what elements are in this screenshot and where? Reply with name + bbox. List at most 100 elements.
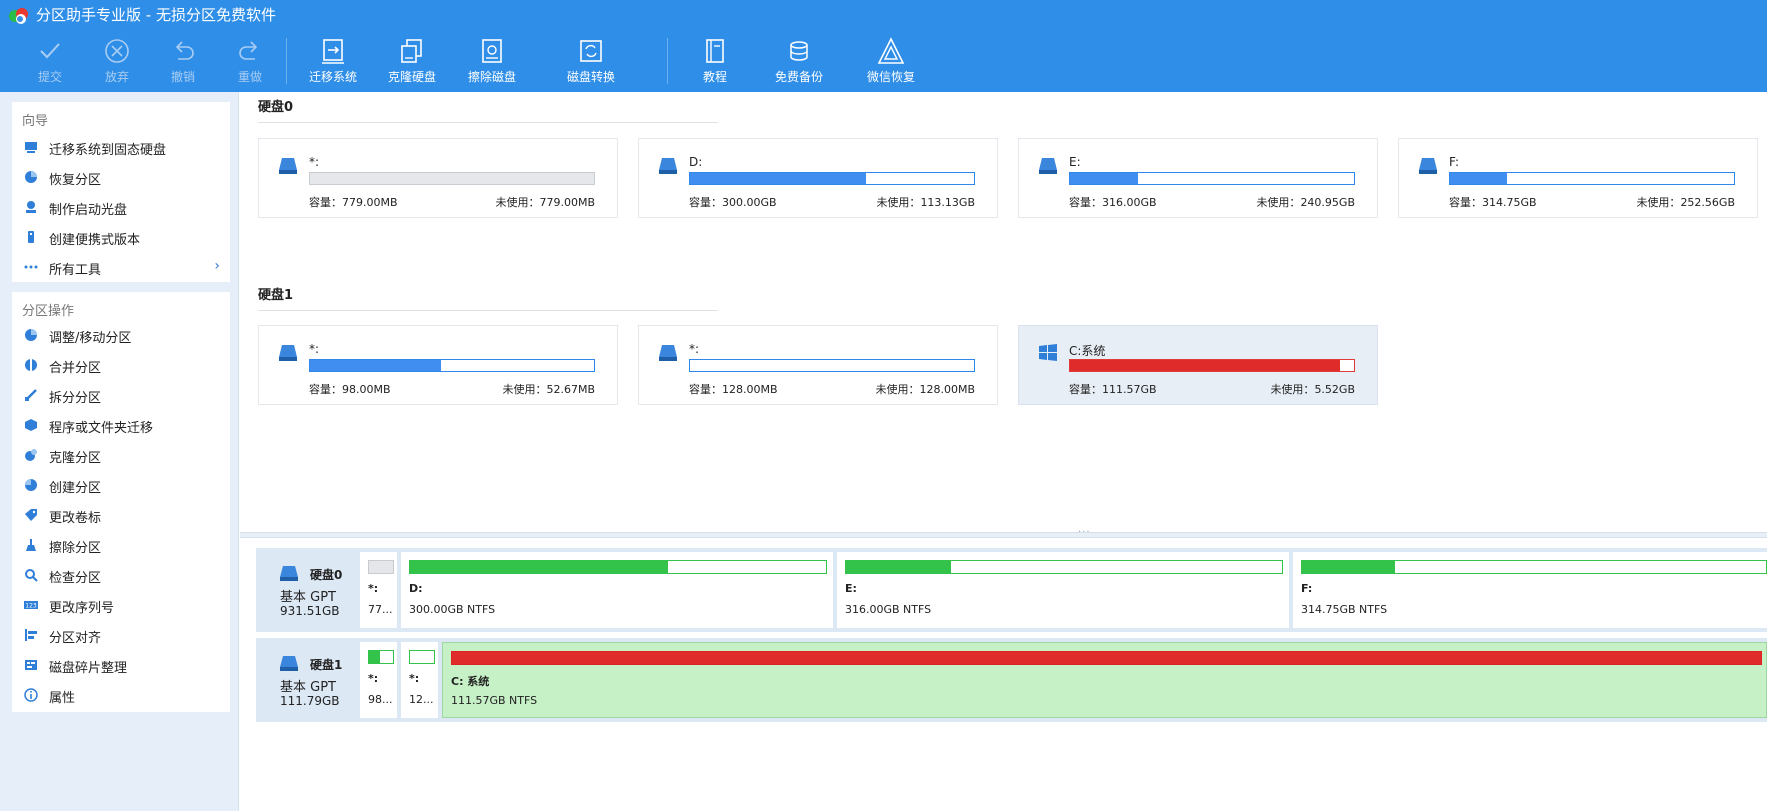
book-icon (706, 39, 724, 63)
capacity-value: 316.00GB (1102, 196, 1157, 209)
unused-value: 128.00MB (919, 383, 975, 396)
unused-label: 未使用： (502, 383, 547, 396)
usage-bar-fill (310, 360, 441, 371)
capacity-label: 容量： (689, 383, 722, 396)
capacity-label: 容量： (309, 196, 342, 209)
sidebar-item-restore-partition[interactable]: 恢复分区 (12, 164, 230, 190)
sidebar-item-defrag[interactable]: 磁盘碎片整理 (12, 652, 230, 678)
partition-block[interactable]: F: 314.75GB NTFS (1293, 552, 1767, 628)
backup-icon (790, 41, 808, 61)
clone-partition-icon (25, 449, 37, 461)
sidebar-item-migrate-ssd[interactable]: 迁移系统到固态硬盘 (12, 134, 230, 160)
label-tag-icon (25, 509, 37, 521)
partition-info: 111.57GB NTFS (451, 694, 538, 707)
disk-size: 931.51GB (280, 604, 340, 618)
usage-bar (1069, 359, 1355, 372)
sidebar-item-label: 拆分分区 (49, 391, 102, 406)
clone-disk-label: 克隆硬盘 (387, 70, 436, 84)
split-icon (25, 389, 37, 401)
capacity-label: 容量： (1069, 383, 1102, 396)
sidebar-item-app-move[interactable]: 程序或文件夹迁移 (12, 412, 230, 438)
partition-label: D: (409, 582, 423, 595)
capacity-text: 容量：300.00GB (689, 194, 777, 210)
capacity-label: 容量： (1449, 196, 1482, 209)
disk-info[interactable]: 硬盘1 基本 GPT 111.79GB (260, 642, 358, 718)
boot-disc-icon (26, 201, 36, 213)
map-bar (1301, 560, 1767, 574)
sidebar-item-check-partition[interactable]: 检查分区 (12, 562, 230, 588)
partition-block[interactable]: D: 300.00GB NTFS (401, 552, 833, 628)
divider (258, 122, 718, 123)
capacity-label: 容量： (1069, 196, 1102, 209)
resize-icon (25, 329, 37, 341)
sidebar-item-serial-number[interactable]: 123 更改序列号 (12, 592, 230, 618)
disk-convert-label: 磁盘转换 (566, 70, 615, 84)
unused-label: 未使用： (1636, 196, 1681, 209)
sidebar-item-label: 克隆分区 (49, 451, 102, 466)
partition-name: E: (1069, 155, 1081, 169)
sidebar-item-change-label[interactable]: 更改卷标 (12, 502, 230, 528)
sidebar-item-merge[interactable]: 合并分区 (12, 352, 230, 378)
unused-text: 未使用：52.67MB (502, 381, 595, 397)
wizard-heading: 向导 (22, 114, 49, 129)
unused-text: 未使用：252.56GB (1636, 194, 1735, 210)
usage-bar (689, 172, 975, 185)
disk-convert-button[interactable]: 磁盘转换 (549, 36, 633, 88)
pane-splitter[interactable]: ··· (240, 527, 1767, 538)
redo-label: 重做 (237, 70, 262, 84)
wechat-recovery-button[interactable]: 微信恢复 (849, 36, 933, 88)
partition-card[interactable]: *: 容量：779.00MB 未使用：779.00MB (258, 138, 618, 218)
recovery-icon (877, 37, 905, 64)
sidebar-item-wipe-partition[interactable]: 擦除分区 (12, 532, 230, 558)
partition-block[interactable]: *: 12... (401, 642, 438, 718)
close-circle-icon (105, 39, 129, 63)
sidebar-item-label: 迁移系统到固态硬盘 (49, 143, 167, 158)
sidebar-item-align[interactable]: 分区对齐 (12, 622, 230, 648)
partition-block[interactable]: *: 98... (360, 642, 397, 718)
partition-card-selected[interactable]: C:系统 容量：111.57GB 未使用：5.52GB (1018, 325, 1378, 405)
sidebar-item-clone-partition[interactable]: 克隆分区 (12, 442, 230, 468)
sidebar-item-label: 创建便携式版本 (49, 233, 141, 248)
partition-card[interactable]: *: 容量：98.00MB 未使用：52.67MB (258, 325, 618, 405)
disk-info[interactable]: 硬盘0 基本 GPT 931.51GB (260, 552, 358, 628)
sidebar-item-split[interactable]: 拆分分区 (12, 382, 230, 408)
partition-info: 316.00GB NTFS (845, 603, 932, 616)
usage-bar (309, 172, 595, 185)
redo-button[interactable]: 重做 (208, 36, 292, 88)
window-title: 分区助手专业版 - 无损分区免费软件 (36, 6, 276, 24)
partition-block-selected[interactable]: C: 系统 111.57GB NTFS (442, 642, 1767, 718)
free-backup-button[interactable]: 免费备份 (757, 36, 841, 88)
partition-card[interactable]: E: 容量：316.00GB 未使用：240.95GB (1018, 138, 1378, 218)
sidebar-item-all-tools[interactable]: 所有工具 › (12, 254, 230, 280)
align-icon (25, 629, 37, 641)
usage-bar (309, 359, 595, 372)
migrate-os-button[interactable]: 迁移系统 (291, 36, 375, 88)
serial-number-icon: 123 (24, 601, 38, 610)
tutorial-button[interactable]: 教程 (673, 36, 757, 88)
sidebar-item-portable[interactable]: 创建便携式版本 (12, 224, 230, 250)
drive-icon (279, 158, 297, 174)
divider (258, 310, 718, 311)
partition-card[interactable]: F: 容量：314.75GB 未使用：252.56GB (1398, 138, 1758, 218)
partition-card[interactable]: D: 容量：300.00GB 未使用：113.13GB (638, 138, 998, 218)
clone-disk-button[interactable]: 克隆硬盘 (370, 36, 454, 88)
partition-label: F: (1301, 582, 1313, 595)
partition-block[interactable]: E: 316.00GB NTFS (837, 552, 1289, 628)
sidebar-item-resize[interactable]: 调整/移动分区 (12, 322, 230, 348)
unused-text: 未使用：779.00MB (495, 194, 595, 210)
map-bar-fill (369, 651, 381, 663)
sidebar-item-label: 磁盘碎片整理 (49, 661, 128, 676)
sidebar-item-boot-disc[interactable]: 制作启动光盘 (12, 194, 230, 220)
toolbar-separator (667, 38, 668, 84)
partition-name: *: (689, 342, 700, 356)
partition-card[interactable]: *: 容量：128.00MB 未使用：128.00MB (638, 325, 998, 405)
splitter-grip-icon[interactable]: ··· (1078, 527, 1091, 538)
sidebar-item-create-partition[interactable]: 创建分区 (12, 472, 230, 498)
sidebar-item-properties[interactable]: 属性 (12, 682, 230, 708)
partition-block[interactable]: *: 77... (360, 552, 397, 628)
partition-name: *: (309, 342, 320, 356)
sidebar-item-label: 属性 (49, 691, 76, 706)
operations-heading: 分区操作 (22, 304, 75, 319)
wipe-disk-button[interactable]: 擦除磁盘 (450, 36, 534, 88)
capacity-label: 容量： (309, 383, 342, 396)
